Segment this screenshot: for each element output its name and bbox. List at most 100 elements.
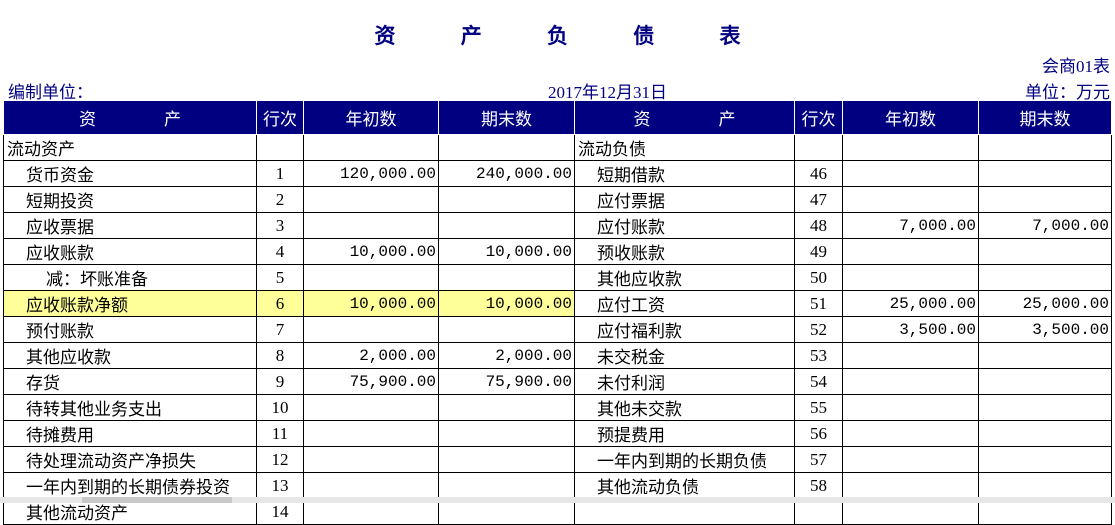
- liability-end-cell[interactable]: [978, 446, 1112, 473]
- asset-line-cell[interactable]: [256, 134, 304, 161]
- liability-end-cell[interactable]: [978, 394, 1112, 421]
- liability-end-cell[interactable]: [978, 238, 1112, 265]
- header-end-2[interactable]: 期末数: [978, 100, 1112, 135]
- asset-line-cell[interactable]: 7: [256, 316, 304, 343]
- liability-line-cell[interactable]: 53: [794, 342, 843, 369]
- liability-line-cell[interactable]: 50: [794, 264, 843, 291]
- liability-line-cell[interactable]: [794, 134, 843, 161]
- asset-end-cell[interactable]: [438, 472, 575, 499]
- liability-begin-cell[interactable]: [842, 134, 979, 161]
- asset-name-cell[interactable]: 货币资金: [3, 160, 257, 187]
- liability-line-cell[interactable]: 49: [794, 238, 843, 265]
- liability-begin-cell[interactable]: [842, 420, 979, 447]
- liability-line-cell[interactable]: 52: [794, 316, 843, 343]
- liability-name-cell[interactable]: 预提费用: [574, 420, 795, 447]
- liability-end-cell[interactable]: [978, 472, 1112, 499]
- asset-begin-cell[interactable]: 75,900.00: [303, 368, 439, 395]
- asset-end-cell[interactable]: [438, 186, 575, 213]
- liability-begin-cell[interactable]: 3,500.00: [842, 316, 979, 343]
- liability-name-cell[interactable]: 应付工资: [574, 290, 795, 317]
- asset-name-cell[interactable]: 减：坏账准备: [3, 264, 257, 291]
- liability-line-cell[interactable]: 56: [794, 420, 843, 447]
- liability-end-cell[interactable]: 3,500.00: [978, 316, 1112, 343]
- asset-line-cell[interactable]: 5: [256, 264, 304, 291]
- asset-begin-cell[interactable]: [303, 446, 439, 473]
- liability-name-cell[interactable]: 应付福利款: [574, 316, 795, 343]
- liability-name-cell[interactable]: 一年内到期的长期负债: [574, 446, 795, 473]
- asset-name-cell[interactable]: 短期投资: [3, 186, 257, 213]
- asset-line-cell[interactable]: 9: [256, 368, 304, 395]
- liability-begin-cell[interactable]: [842, 160, 979, 187]
- asset-begin-cell[interactable]: 2,000.00: [303, 342, 439, 369]
- liability-name-cell[interactable]: 其他应收款: [574, 264, 795, 291]
- horizontal-scrollbar[interactable]: [0, 497, 1115, 503]
- asset-name-cell[interactable]: 预付账款: [3, 316, 257, 343]
- liability-line-cell[interactable]: 57: [794, 446, 843, 473]
- header-liability[interactable]: 资 产: [574, 100, 795, 135]
- liability-name-cell[interactable]: 其他未交款: [574, 394, 795, 421]
- liability-begin-cell[interactable]: 25,000.00: [842, 290, 979, 317]
- asset-begin-cell[interactable]: [303, 316, 439, 343]
- asset-name-cell[interactable]: 流动资产: [3, 134, 257, 161]
- asset-begin-cell[interactable]: [303, 186, 439, 213]
- asset-begin-cell[interactable]: [303, 134, 439, 161]
- asset-name-cell[interactable]: 一年内到期的长期债券投资: [3, 472, 257, 499]
- liability-name-cell[interactable]: 预收账款: [574, 238, 795, 265]
- liability-name-cell[interactable]: 应付账款: [574, 212, 795, 239]
- asset-begin-cell[interactable]: [303, 472, 439, 499]
- asset-end-cell[interactable]: [438, 316, 575, 343]
- asset-end-cell[interactable]: 2,000.00: [438, 342, 575, 369]
- liability-end-cell[interactable]: [978, 134, 1112, 161]
- liability-end-cell[interactable]: [978, 160, 1112, 187]
- asset-name-cell[interactable]: 应收票据: [3, 212, 257, 239]
- asset-line-cell[interactable]: 13: [256, 472, 304, 499]
- asset-name-cell[interactable]: 待摊费用: [3, 420, 257, 447]
- liability-name-cell[interactable]: 短期借款: [574, 160, 795, 187]
- asset-name-cell[interactable]: 待处理流动资产净损失: [3, 446, 257, 473]
- asset-line-cell[interactable]: 8: [256, 342, 304, 369]
- asset-end-cell[interactable]: [438, 394, 575, 421]
- liability-begin-cell[interactable]: [842, 264, 979, 291]
- liability-begin-cell[interactable]: [842, 394, 979, 421]
- header-asset[interactable]: 资 产: [3, 100, 257, 135]
- asset-begin-cell[interactable]: 10,000.00: [303, 290, 439, 317]
- asset-end-cell[interactable]: [438, 134, 575, 161]
- liability-end-cell[interactable]: 25,000.00: [978, 290, 1112, 317]
- header-line[interactable]: 行次: [256, 100, 304, 135]
- asset-end-cell[interactable]: 75,900.00: [438, 368, 575, 395]
- liability-end-cell[interactable]: [978, 342, 1112, 369]
- asset-begin-cell[interactable]: 120,000.00: [303, 160, 439, 187]
- liability-begin-cell[interactable]: [842, 342, 979, 369]
- liability-name-cell[interactable]: 未交税金: [574, 342, 795, 369]
- liability-name-cell[interactable]: 流动负债: [574, 134, 795, 161]
- asset-end-cell[interactable]: [438, 420, 575, 447]
- asset-name-cell[interactable]: 待转其他业务支出: [3, 394, 257, 421]
- liability-begin-cell[interactable]: [842, 368, 979, 395]
- liability-end-cell[interactable]: [978, 264, 1112, 291]
- asset-line-cell[interactable]: 2: [256, 186, 304, 213]
- asset-end-cell[interactable]: 240,000.00: [438, 160, 575, 187]
- liability-begin-cell[interactable]: [842, 446, 979, 473]
- liability-line-cell[interactable]: 46: [794, 160, 843, 187]
- header-begin-2[interactable]: 年初数: [842, 100, 979, 135]
- liability-end-cell[interactable]: 7,000.00: [978, 212, 1112, 239]
- liability-line-cell[interactable]: 58: [794, 472, 843, 499]
- asset-line-cell[interactable]: 10: [256, 394, 304, 421]
- asset-end-cell[interactable]: 10,000.00: [438, 238, 575, 265]
- header-line-2[interactable]: 行次: [794, 100, 843, 135]
- liability-end-cell[interactable]: [978, 420, 1112, 447]
- liability-begin-cell[interactable]: [842, 186, 979, 213]
- asset-line-cell[interactable]: 11: [256, 420, 304, 447]
- asset-line-cell[interactable]: 6: [256, 290, 304, 317]
- liability-begin-cell[interactable]: [842, 472, 979, 499]
- liability-line-cell[interactable]: 47: [794, 186, 843, 213]
- asset-begin-cell[interactable]: [303, 212, 439, 239]
- asset-begin-cell[interactable]: [303, 420, 439, 447]
- liability-name-cell[interactable]: 未付利润: [574, 368, 795, 395]
- asset-begin-cell[interactable]: [303, 394, 439, 421]
- asset-line-cell[interactable]: 12: [256, 446, 304, 473]
- asset-end-cell[interactable]: [438, 264, 575, 291]
- header-end[interactable]: 期末数: [438, 100, 575, 135]
- liability-line-cell[interactable]: 55: [794, 394, 843, 421]
- asset-line-cell[interactable]: 4: [256, 238, 304, 265]
